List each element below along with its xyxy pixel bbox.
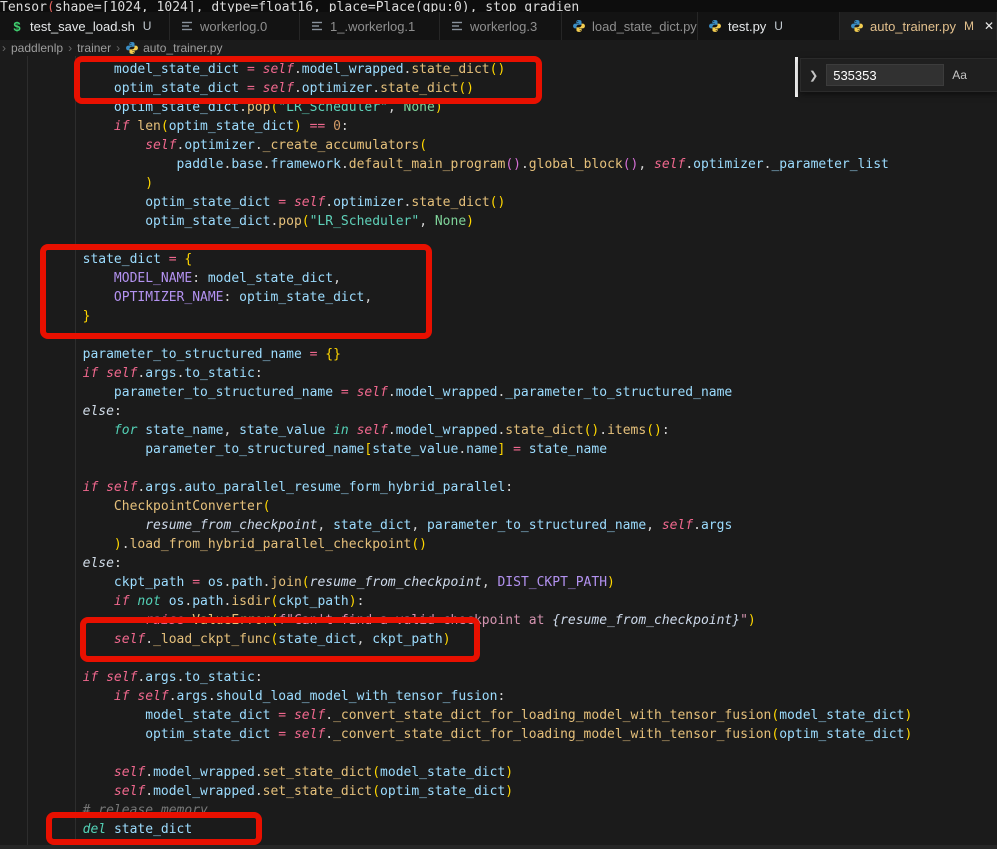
code-line: raise ValueError(f"Can't find a valid ch…: [20, 611, 997, 630]
panel-divider: [0, 845, 997, 849]
indent-guide: [27, 56, 28, 849]
code-line: for state_name, state_value in self.mode…: [20, 421, 997, 440]
code-line: parameter_to_structured_name[state_value…: [20, 440, 997, 459]
code-line: self.model_wrapped.set_state_dict(model_…: [20, 763, 997, 782]
close-icon[interactable]: ✕: [984, 19, 994, 33]
code-line: ): [20, 174, 997, 193]
git-status-badge: U: [774, 19, 783, 33]
code-line: optim_state_dict = self.optimizer.state_…: [20, 193, 997, 212]
tab-1_-workerlog-1[interactable]: 1_.workerlog.1: [300, 12, 440, 40]
code-line: [20, 649, 997, 668]
code-line: optim_state_dict.pop("LR_Scheduler", Non…: [20, 98, 997, 117]
code-line: parameter_to_structured_name = self.mode…: [20, 383, 997, 402]
code-line: # release memory: [20, 801, 997, 820]
breadcrumb-label: paddlenlp: [11, 41, 63, 55]
tab-label: auto_trainer.py: [870, 19, 956, 34]
tab-label: workerlog.0: [200, 19, 267, 34]
code-line: if self.args.should_load_model_with_tens…: [20, 687, 997, 706]
code-line: optim_state_dict = self._convert_state_d…: [20, 725, 997, 744]
code-line: OPTIMIZER_NAME: optim_state_dict,: [20, 288, 997, 307]
code-line: if self.args.to_static:: [20, 364, 997, 383]
breadcrumb-label: auto_trainer.py: [143, 41, 222, 55]
tab-test-py[interactable]: test.py U: [698, 12, 840, 40]
find-widget-sash[interactable]: [795, 57, 798, 97]
chevron-right-icon: ›: [116, 41, 120, 55]
code-line: MODEL_NAME: model_state_dict,: [20, 269, 997, 288]
find-input[interactable]: [826, 64, 944, 86]
python-file-icon: [572, 19, 586, 33]
git-status-badge: U: [143, 19, 152, 33]
tab-label: test_save_load.sh: [30, 19, 135, 34]
breadcrumb: › paddlenlp › trainer › auto_trainer.py: [0, 40, 997, 56]
log-file-icon: [180, 19, 194, 33]
tab-label: 1_.workerlog.1: [330, 19, 415, 34]
tab-label: workerlog.3: [470, 19, 537, 34]
breadcrumb-item-paddlenlp[interactable]: paddlenlp: [11, 41, 63, 55]
breadcrumb-item-auto_trainer-py[interactable]: auto_trainer.py: [125, 41, 222, 55]
tab-label: test.py: [728, 19, 766, 34]
log-file-icon: [310, 19, 324, 33]
tab-workerlog-0[interactable]: workerlog.0: [170, 12, 300, 40]
code-line: del state_dict: [20, 820, 997, 839]
tab-load_state_dict-py[interactable]: load_state_dict.py: [562, 12, 698, 40]
find-toggle-chevron-icon[interactable]: ❯: [809, 69, 818, 82]
indent-guide: [75, 56, 76, 849]
breadcrumb-item-trainer[interactable]: trainer: [77, 41, 111, 55]
python-file-icon: [850, 19, 864, 33]
chevron-right-icon: ›: [68, 41, 72, 55]
code-line: ).load_from_hybrid_parallel_checkpoint(): [20, 535, 997, 554]
editor-tab-bar: $ test_save_load.sh Uworkerlog.0 1_.workerl…: [0, 12, 997, 40]
code-line: self._load_ckpt_func(state_dict, ckpt_pa…: [20, 630, 997, 649]
python-file-icon: [125, 41, 139, 55]
shell-file-icon: $: [10, 19, 24, 33]
code-line: paddle.base.framework.default_main_progr…: [20, 155, 997, 174]
tab-test_save_load-sh[interactable]: $ test_save_load.sh U: [0, 12, 170, 40]
code-line: [20, 744, 997, 763]
terminal-overflow-strip: Tensor(shape=[1024, 1024], dtype=float16…: [0, 0, 997, 12]
breadcrumb-label: trainer: [77, 41, 111, 55]
vscode-window: Tensor(shape=[1024, 1024], dtype=float16…: [0, 0, 997, 849]
terminal-overflow-text: Tensor(shape=[1024, 1024], dtype=float16…: [0, 0, 997, 12]
code-line: else:: [20, 402, 997, 421]
git-status-badge: M: [964, 19, 974, 33]
code-line: }: [20, 307, 997, 326]
code-line: optim_state_dict.pop("LR_Scheduler", Non…: [20, 212, 997, 231]
code-line: [20, 231, 997, 250]
code-line: CheckpointConverter(: [20, 497, 997, 516]
code-line: [20, 326, 997, 345]
code-line: if len(optim_state_dict) == 0:: [20, 117, 997, 136]
log-file-icon: [450, 19, 464, 33]
tab-label: load_state_dict.py: [592, 19, 697, 34]
code-line: if self.args.to_static:: [20, 668, 997, 687]
code-line: model_state_dict = self._convert_state_d…: [20, 706, 997, 725]
code-line: else:: [20, 554, 997, 573]
code-line: if not os.path.isdir(ckpt_path):: [20, 592, 997, 611]
chevron-right-icon: ›: [2, 41, 6, 55]
code-line: [20, 459, 997, 478]
code-line: state_dict = {: [20, 250, 997, 269]
code-lines[interactable]: model_state_dict = self.model_wrapped.st…: [0, 56, 997, 839]
code-line: parameter_to_structured_name = {}: [20, 345, 997, 364]
python-file-icon: [708, 19, 722, 33]
match-case-button[interactable]: Aa: [952, 68, 967, 82]
find-widget: ❯ Aa: [800, 58, 997, 92]
tab-auto_trainer-py[interactable]: auto_trainer.py M ✕: [840, 12, 997, 40]
code-line: self.optimizer._create_accumulators(: [20, 136, 997, 155]
code-line: ckpt_path = os.path.join(resume_from_che…: [20, 573, 997, 592]
code-editor[interactable]: model_state_dict = self.model_wrapped.st…: [0, 56, 997, 849]
tab-workerlog-3[interactable]: workerlog.3: [440, 12, 562, 40]
code-line: resume_from_checkpoint, state_dict, para…: [20, 516, 997, 535]
code-line: self.model_wrapped.set_state_dict(optim_…: [20, 782, 997, 801]
code-line: if self.args.auto_parallel_resume_form_h…: [20, 478, 997, 497]
